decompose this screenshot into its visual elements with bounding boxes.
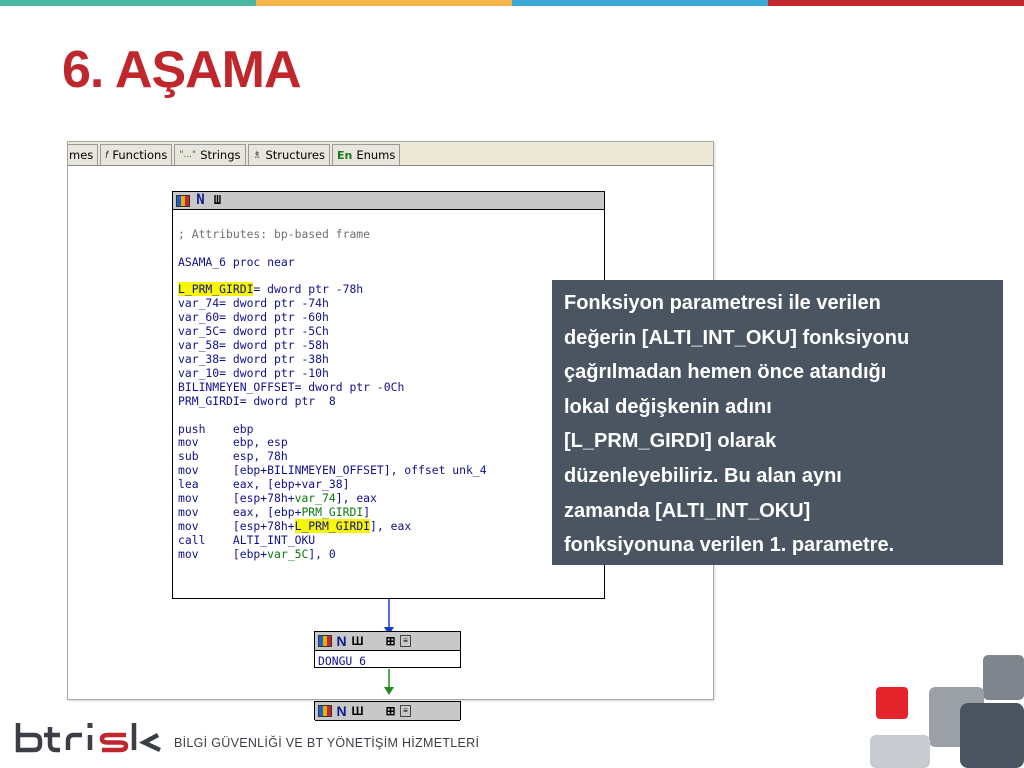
slide-title: 6. AŞAMA xyxy=(62,41,302,99)
tree-icon[interactable]: ⊞ xyxy=(384,634,397,648)
node-header: N Ш ⊞ ≡ xyxy=(315,632,460,651)
tab-enums[interactable]: En Enums xyxy=(331,144,401,165)
callout-line: değerin [ALTI_INT_OKU] fonksiyonu xyxy=(564,326,910,349)
explanation-callout: Fonksiyon parametresi ile verilen değeri… xyxy=(552,280,1003,565)
tab-label: Functions xyxy=(112,148,168,162)
node-header: N Ш ⊞ ≡ xyxy=(315,702,460,721)
tab-label: Structures xyxy=(265,148,325,162)
brand-tagline: BİLGİ GÜVENLİĞİ VE BT YÖNETİŞİM HİZMETLE… xyxy=(174,736,480,750)
top-color-stripe xyxy=(0,0,1024,6)
edge-arrow-green xyxy=(384,687,394,695)
rename-icon[interactable]: N xyxy=(335,634,348,648)
deco-square-gray-1 xyxy=(870,735,930,768)
callout-line: [L_PRM_GIRDI] olarak xyxy=(564,430,777,453)
callout-line: zamanda [ALTI_INT_OKU] xyxy=(564,499,811,522)
decorative-squares xyxy=(870,655,1024,768)
tab-structures[interactable]: ♗ Structures xyxy=(247,144,330,165)
tab-names[interactable]: mes xyxy=(68,144,99,165)
stripe-orange xyxy=(256,0,512,6)
color-grid-icon[interactable] xyxy=(318,705,332,717)
tab-label: mes xyxy=(69,148,94,162)
callout-line: Fonksiyon parametresi ile verilen xyxy=(564,292,881,314)
functions-icon: 𝑓 xyxy=(105,149,109,161)
structures-icon: ♗ xyxy=(252,149,262,161)
tab-label: Strings xyxy=(200,148,241,162)
deco-square-red xyxy=(876,687,908,719)
stripe-red xyxy=(768,0,1024,6)
tree-icon[interactable]: ⊞ xyxy=(384,704,397,718)
ida-tab-bar: mes 𝑓 Functions "..." Strings ♗ Structur… xyxy=(68,142,713,166)
graph-layout-icon[interactable]: Ш xyxy=(351,634,364,648)
rename-icon[interactable]: N xyxy=(335,704,348,718)
callout-line: çağrılmadan hemen önce atandığı xyxy=(564,361,887,384)
stripe-blue xyxy=(512,0,768,6)
color-grid-icon[interactable] xyxy=(318,635,332,647)
deco-square-dark xyxy=(960,703,1024,768)
graph-node-dongu-6[interactable]: N Ш ⊞ ≡ DONGU_6 xyxy=(314,631,461,668)
graph-node-next[interactable]: N Ш ⊞ ≡ xyxy=(314,701,461,721)
tab-functions[interactable]: 𝑓 Functions xyxy=(100,144,173,165)
note-icon[interactable]: ≡ xyxy=(400,635,411,647)
strings-icon: "..." xyxy=(179,150,197,160)
enums-icon: En xyxy=(336,148,353,162)
tab-label: Enums xyxy=(356,148,396,162)
graph-layout-icon[interactable]: Ш xyxy=(351,704,364,718)
tab-strings[interactable]: "..." Strings xyxy=(174,144,246,165)
callout-line: fonksiyonuna verilen 1. parametre. xyxy=(564,534,895,557)
callout-line: düzenleyebiliriz. Bu alan aynı xyxy=(564,464,842,487)
note-icon[interactable]: ≡ xyxy=(400,705,411,717)
btrisk-logo xyxy=(14,717,164,757)
deco-square-gray-3 xyxy=(983,655,1024,700)
callout-line: lokal değişkenin adını xyxy=(564,395,772,418)
btrisk-wordmark xyxy=(15,723,161,753)
stripe-teal xyxy=(0,0,256,6)
node-label: DONGU_6 xyxy=(318,654,367,668)
